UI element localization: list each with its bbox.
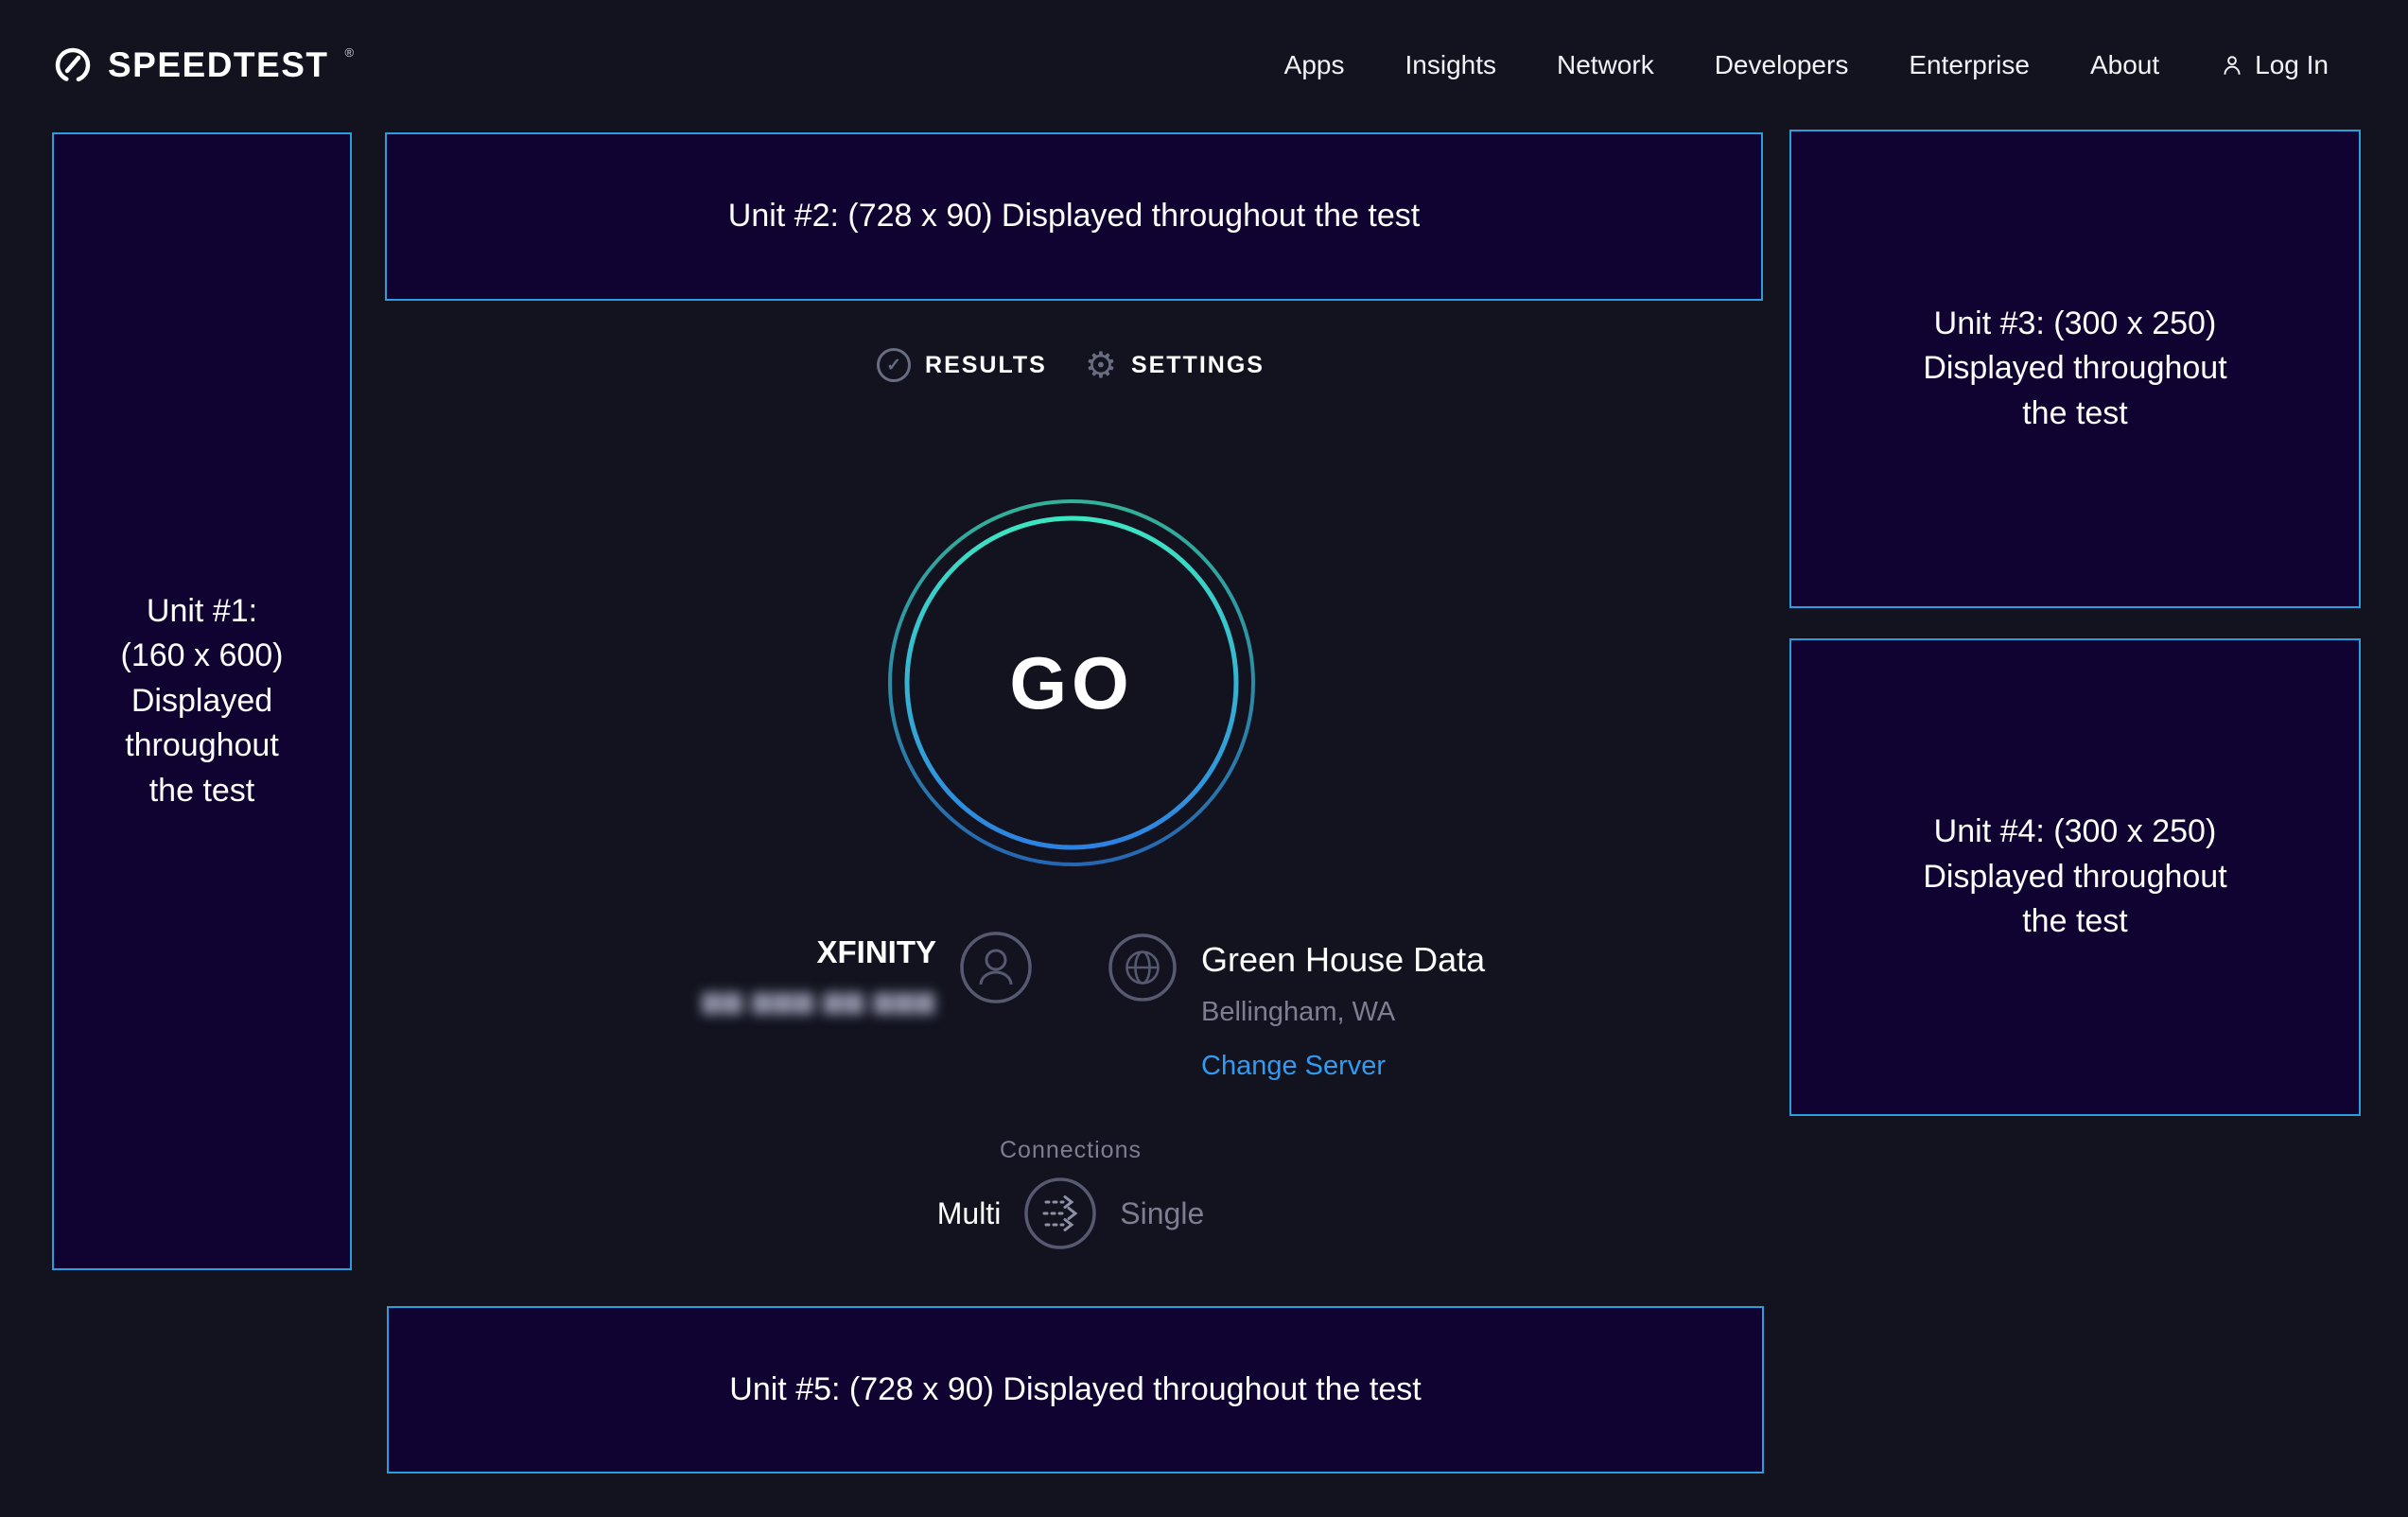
tab-settings[interactable]: ⚙ SETTINGS xyxy=(1085,347,1265,383)
user-icon xyxy=(2220,53,2244,78)
main-nav: Apps Insights Network Developers Enterpr… xyxy=(1284,50,2329,80)
go-button-label: GO xyxy=(887,498,1256,867)
isp-user-icon xyxy=(959,931,1033,1009)
nav-item-apps[interactable]: Apps xyxy=(1284,50,1345,80)
ad-unit-1-text: Unit #1: (160 x 600) Displayed throughou… xyxy=(121,589,284,814)
change-server-link[interactable]: Change Server xyxy=(1201,1051,1386,1082)
server-globe-icon xyxy=(1108,933,1178,1007)
connections-row: Multi Single xyxy=(825,1175,1317,1252)
top-nav: SPEEDTEST ® Apps Insights Network Develo… xyxy=(0,0,2408,130)
login-button[interactable]: Log In xyxy=(2220,50,2329,80)
connections-label: Connections xyxy=(881,1137,1260,1164)
go-button[interactable]: GO xyxy=(887,498,1256,867)
nav-item-developers[interactable]: Developers xyxy=(1715,50,1849,80)
ad-unit-2-text: Unit #2: (728 x 90) Displayed throughout… xyxy=(728,194,1420,239)
test-tabs: ✓ RESULTS ⚙ SETTINGS xyxy=(352,339,1789,392)
logo-trademark: ® xyxy=(345,45,355,60)
isp-name: XFINITY xyxy=(681,934,936,970)
nav-item-about[interactable]: About xyxy=(2090,50,2159,80)
settings-tab-label: SETTINGS xyxy=(1131,352,1265,379)
server-location: Bellingham, WA xyxy=(1201,997,1598,1028)
results-tab-label: RESULTS xyxy=(925,352,1047,379)
ad-unit-2[interactable]: Unit #2: (728 x 90) Displayed throughout… xyxy=(385,132,1763,301)
speedometer-gauge-icon xyxy=(52,46,94,84)
ad-unit-3[interactable]: Unit #3: (300 x 250) Displayed throughou… xyxy=(1789,130,2361,608)
isp-info: XFINITY ▆▆.▆▆▆.▆▆.▆▆▆ xyxy=(681,934,936,1015)
server-name: Green House Data xyxy=(1201,940,1598,980)
ad-unit-1[interactable]: Unit #1: (160 x 600) Displayed throughou… xyxy=(52,132,352,1270)
speedtest-page: SPEEDTEST ® Apps Insights Network Develo… xyxy=(0,0,2408,1517)
connections-toggle-icon[interactable] xyxy=(1023,1177,1097,1250)
ad-unit-3-text: Unit #3: (300 x 250) Displayed throughou… xyxy=(1923,302,2226,437)
nav-item-network[interactable]: Network xyxy=(1557,50,1654,80)
connections-single-option[interactable]: Single xyxy=(1120,1196,1204,1231)
nav-item-enterprise[interactable]: Enterprise xyxy=(1909,50,2030,80)
ad-unit-4-text: Unit #4: (300 x 250) Displayed throughou… xyxy=(1923,810,2226,945)
isp-ip-redacted: ▆▆.▆▆▆.▆▆.▆▆▆ xyxy=(702,985,936,1015)
nav-item-insights[interactable]: Insights xyxy=(1405,50,1497,80)
ad-unit-5-text: Unit #5: (728 x 90) Displayed throughout… xyxy=(729,1368,1421,1413)
tab-results[interactable]: ✓ RESULTS xyxy=(877,348,1047,382)
server-info: Green House Data Bellingham, WA Change S… xyxy=(1201,940,1598,1082)
check-circle-icon: ✓ xyxy=(877,348,911,382)
connections-multi-option[interactable]: Multi xyxy=(937,1196,1002,1231)
logo-wordmark: SPEEDTEST xyxy=(108,45,329,85)
speedtest-logo[interactable]: SPEEDTEST ® xyxy=(52,45,352,85)
gear-icon: ⚙ xyxy=(1085,347,1117,383)
ad-unit-4[interactable]: Unit #4: (300 x 250) Displayed throughou… xyxy=(1789,638,2361,1116)
login-label: Log In xyxy=(2255,50,2329,80)
ad-unit-5[interactable]: Unit #5: (728 x 90) Displayed throughout… xyxy=(387,1306,1764,1473)
